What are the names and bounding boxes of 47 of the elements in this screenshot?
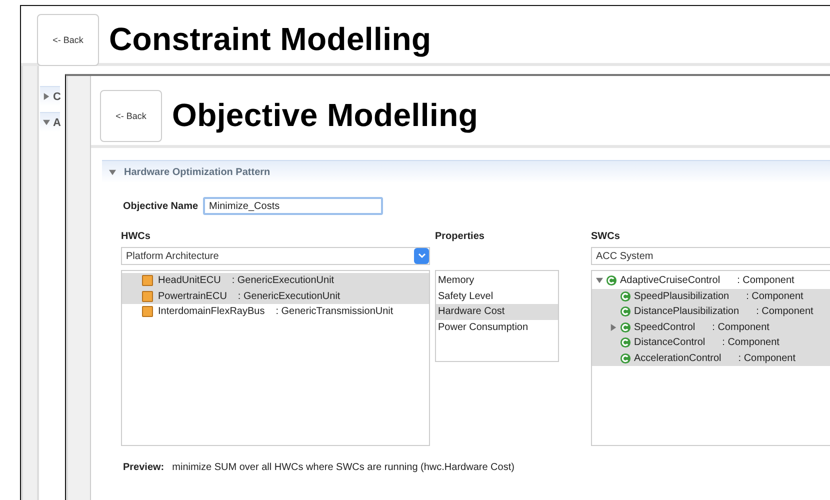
- column-label: SWCs: [591, 231, 621, 242]
- column-label: Properties: [435, 231, 486, 242]
- expanded-triangle-icon[interactable]: [596, 277, 603, 284]
- dropdown[interactable]: ACC System: [591, 247, 830, 265]
- section-title: C: [53, 90, 61, 102]
- tree-item[interactable]: SpeedPlausibilization : Component: [592, 288, 830, 304]
- back-button[interactable]: <- Back: [37, 14, 99, 66]
- collapsed-triangle-icon[interactable]: [43, 93, 50, 100]
- list-item[interactable]: Safety Level: [436, 288, 558, 304]
- expanded-triangle-icon[interactable]: [43, 119, 50, 126]
- tree-item[interactable]: AccelerationControl : Component: [592, 350, 830, 366]
- section-header[interactable]: A: [40, 112, 60, 132]
- list-item[interactable]: PowertrainECU : GenericExecutionUnit: [122, 288, 429, 304]
- list-item[interactable]: Hardware Cost: [436, 304, 558, 320]
- list-item[interactable]: HeadUnitECU : GenericExecutionUnit: [122, 273, 429, 288]
- expanded-triangle-icon[interactable]: [109, 168, 116, 176]
- preview-label: Preview:: [123, 462, 164, 473]
- dropdown[interactable]: Platform Architecture: [121, 247, 430, 265]
- window-title: Objective Modelling: [172, 97, 478, 134]
- back-button[interactable]: <- Back: [100, 90, 162, 142]
- preview-text: minimize SUM over all HWCs where SWCs are running (hwc.Hardware Cost): [172, 462, 514, 473]
- tree-item[interactable]: SpeedControl : Component: [592, 320, 830, 335]
- field-label: Objective Name: [123, 200, 198, 212]
- section-title: A: [53, 116, 61, 128]
- section-title: Hardware Optimization Pattern: [124, 166, 270, 178]
- component-icon: [620, 290, 631, 302]
- component-icon: [606, 275, 617, 286]
- component-icon: [620, 352, 631, 364]
- window-title: Constraint Modelling: [109, 21, 432, 58]
- tree-item[interactable]: DistancePlausibilization : Component: [592, 304, 830, 320]
- collapsed-triangle-icon[interactable]: [610, 324, 617, 331]
- list-item[interactable]: InterdomainFlexRayBus : GenericTransmissionUnit: [122, 304, 429, 320]
- square-icon: [142, 306, 153, 318]
- section-header[interactable]: C: [40, 86, 60, 106]
- list-item[interactable]: Memory: [436, 273, 558, 288]
- section-header[interactable]: Hardware Optimization Pattern: [102, 160, 830, 183]
- list-item[interactable]: Power Consumption: [436, 320, 558, 335]
- objective-name-field[interactable]: Minimize_Costs: [203, 197, 384, 215]
- square-icon: [142, 275, 153, 286]
- component-icon: [620, 337, 631, 348]
- component-icon: [620, 322, 631, 333]
- tree-item[interactable]: DistanceControl : Component: [592, 335, 830, 350]
- square-icon: [142, 290, 153, 302]
- tree-item[interactable]: AdaptiveCruiseControl : Component: [592, 273, 830, 288]
- component-icon: [620, 306, 631, 318]
- dropdown-chevron-icon: [414, 248, 429, 264]
- column-label: HWCs: [121, 231, 152, 242]
